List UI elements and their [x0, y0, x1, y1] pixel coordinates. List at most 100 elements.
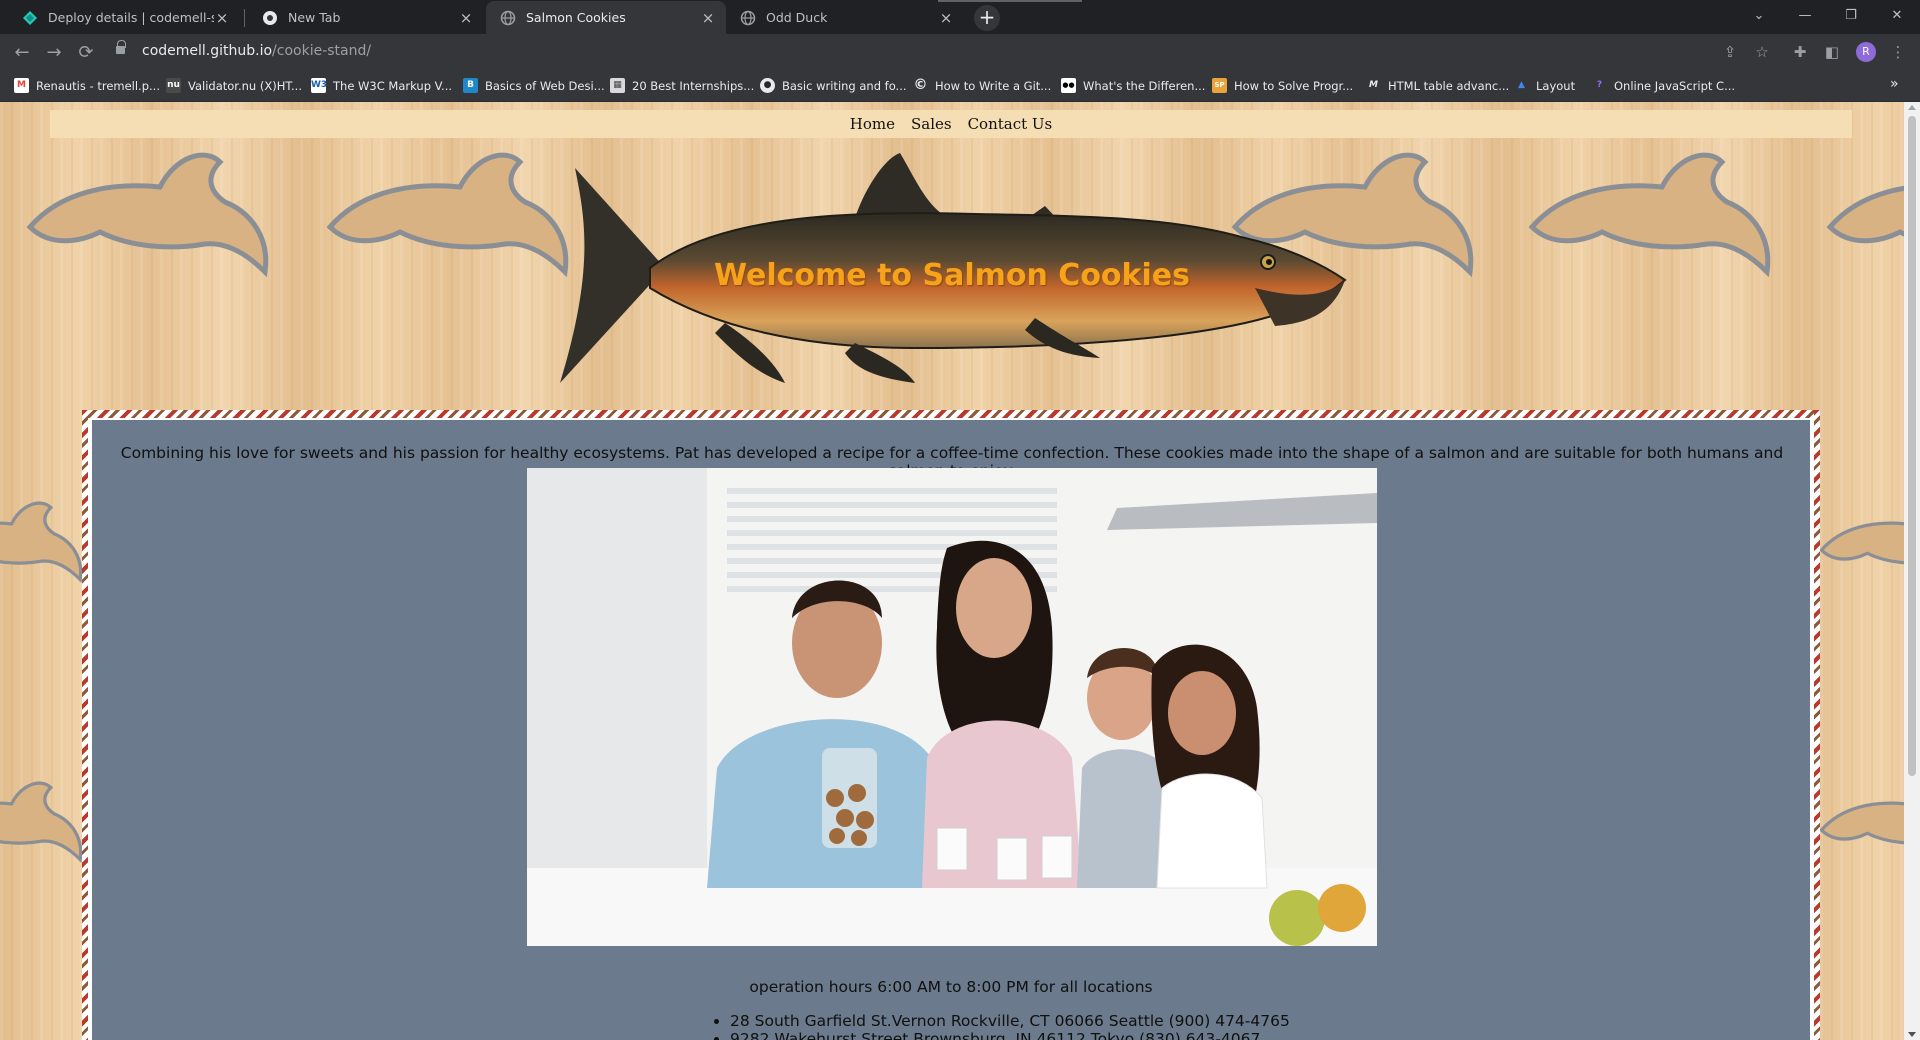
bookmark-item[interactable]: W3 The W3C Markup V...	[311, 78, 452, 93]
w3c-icon: W3	[311, 78, 327, 93]
bookmark-item[interactable]: ▲ Layout	[1514, 78, 1575, 93]
bookmark-label: 20 Best Internships...	[632, 78, 755, 93]
page-scrollbar[interactable]	[1904, 102, 1920, 1040]
family-photo	[527, 468, 1377, 946]
reload-icon[interactable]: ⟳	[74, 40, 98, 64]
tab-strip: Deploy details | codemell-simple × New T…	[0, 0, 1920, 34]
close-icon[interactable]: ×	[458, 9, 474, 27]
bookmark-item[interactable]: nu Validator.nu (X)HT...	[166, 78, 302, 93]
tab-title: New Tab	[288, 10, 341, 25]
mdn-icon: M	[1366, 78, 1381, 93]
github-icon: ●	[760, 78, 775, 93]
tab-deploy-details[interactable]: Deploy details | codemell-simple ×	[8, 1, 240, 34]
browser-toolbar: ← → ⟳ codemell.github.io/cookie-stand/ ⇪…	[0, 34, 1920, 70]
copyright-icon: ©	[913, 77, 928, 93]
url-text: codemell.github.io/cookie-stand/	[142, 43, 371, 59]
bookmark-item[interactable]: ● Basic writing and fo...	[760, 78, 907, 93]
bookmark-item[interactable]: M HTML table advanc...	[1366, 78, 1509, 93]
bookmark-star-icon[interactable]: ☆	[1750, 40, 1774, 64]
list-item: 9282 Wakehurst Street Brownsburg, IN 461…	[730, 1030, 1290, 1040]
bookmark-label: Layout	[1536, 78, 1576, 93]
layout-icon: ▲	[1514, 78, 1529, 93]
nav-sales-link[interactable]: Sales	[911, 115, 952, 133]
bookmark-label: Online JavaScript C...	[1614, 78, 1736, 93]
netlify-icon	[23, 10, 37, 25]
gmail-icon: M	[14, 78, 29, 93]
operation-hours: operation hours 6:00 AM to 8:00 PM for a…	[749, 978, 1153, 996]
side-panel-icon[interactable]: ◧	[1820, 40, 1844, 64]
restore-icon[interactable]: ❐	[1828, 0, 1874, 30]
nav-home-link[interactable]: Home	[850, 115, 895, 133]
site-nav: Home Sales Contact Us	[50, 110, 1852, 138]
address-bar[interactable]: codemell.github.io/cookie-stand/	[106, 38, 1756, 66]
profile-avatar[interactable]: R	[1856, 42, 1876, 62]
bookmark-item[interactable]: © How to Write a Git...	[913, 78, 1051, 93]
bookmark-item[interactable]: ? Online JavaScript C...	[1592, 78, 1735, 93]
scrollbar-thumb[interactable]	[1908, 116, 1916, 776]
page-viewport: Home Sales Contact Us Welcome to Salmon …	[0, 102, 1904, 1040]
globe-icon	[740, 10, 756, 25]
bookmark-item[interactable]: ●● What's the Differen...	[1061, 78, 1205, 93]
bookmarks-bar: M Renautis - tremell.p... nu Validator.nu …	[0, 70, 1920, 102]
tab-indicator	[938, 0, 1082, 2]
fish-cutter-icon	[0, 781, 83, 863]
bookmark-item[interactable]: SP How to Solve Progr...	[1212, 78, 1353, 93]
tab-new-tab[interactable]: New Tab ×	[248, 1, 484, 34]
bookmark-item[interactable]: B Basics of Web Desi...	[463, 78, 605, 93]
sp-icon: SP	[1212, 78, 1227, 93]
js-icon: ?	[1592, 78, 1607, 93]
content-panel: Combining his love for sweets and his pa…	[82, 410, 1820, 1040]
url-host: codemell.github.io	[142, 43, 273, 59]
bookmark-label: The W3C Markup V...	[333, 78, 453, 93]
welcome-heading: Welcome to Salmon Cookies	[714, 258, 1190, 293]
lock-icon	[116, 40, 126, 56]
bookmark-label: Renautis - tremell.p...	[36, 78, 160, 93]
bookmark-label: What's the Differen...	[1083, 78, 1206, 93]
new-tab-button[interactable]: +	[974, 5, 1000, 31]
bookmark-label: Basics of Web Desi...	[485, 78, 605, 93]
tab-title: Odd Duck	[766, 10, 828, 25]
border-stripe	[1814, 410, 1820, 1040]
fish-cutter-icon	[1819, 801, 1904, 845]
border-stripe	[82, 410, 88, 1040]
tab-title: Deploy details | codemell-simple	[48, 10, 214, 25]
bookmark-label: How to Solve Progr...	[1234, 78, 1354, 93]
fish-cutter-icon	[0, 501, 83, 583]
bookmark-label: Basic writing and fo...	[782, 78, 907, 93]
forward-icon[interactable]: →	[42, 40, 66, 64]
close-icon[interactable]: ×	[214, 9, 230, 27]
bookmark-item[interactable]: ▦ 20 Best Internships...	[610, 78, 754, 93]
border-stripe	[82, 410, 1820, 418]
tab-odd-duck[interactable]: Odd Duck ×	[726, 1, 964, 34]
puzzle-icon: B	[463, 78, 478, 93]
chevron-right-icon[interactable]: »	[1890, 76, 1899, 92]
close-icon[interactable]: ×	[938, 9, 954, 27]
chrome-icon	[263, 10, 277, 25]
fish-cutter-icon	[1819, 521, 1904, 565]
family-photo-illustration	[527, 468, 1377, 946]
medium-icon: ●●	[1061, 78, 1076, 93]
tab-search-icon[interactable]: ⌄	[1736, 0, 1782, 30]
nav-contact-link[interactable]: Contact Us	[968, 115, 1053, 133]
scroll-up-icon[interactable]	[1908, 105, 1916, 110]
share-icon[interactable]: ⇪	[1718, 40, 1742, 64]
bookmark-label: Validator.nu (X)HT...	[188, 78, 302, 93]
url-path: /cookie-stand/	[272, 43, 372, 59]
window-close-icon[interactable]: ✕	[1874, 0, 1920, 30]
tab-salmon-cookies[interactable]: Salmon Cookies ×	[486, 1, 726, 34]
bookmark-label: HTML table advanc...	[1388, 78, 1510, 93]
scroll-down-icon[interactable]	[1908, 1032, 1916, 1037]
menu-icon[interactable]: ⋮	[1886, 40, 1910, 64]
minimize-icon[interactable]: —	[1782, 0, 1828, 30]
list-item: 28 South Garfield St.Vernon Rockville, C…	[730, 1012, 1290, 1030]
tab-title: Salmon Cookies	[526, 10, 626, 25]
extensions-icon[interactable]: ✚	[1788, 40, 1812, 64]
back-icon[interactable]: ←	[10, 40, 34, 64]
close-icon[interactable]: ×	[700, 9, 716, 27]
globe-icon	[500, 10, 516, 25]
tab-divider	[244, 9, 245, 27]
bookmark-label: How to Write a Git...	[935, 78, 1052, 93]
bookmark-item[interactable]: M Renautis - tremell.p...	[14, 78, 160, 93]
locations-list: 28 South Garfield St.Vernon Rockville, C…	[712, 1012, 1290, 1040]
grid-icon: ▦	[610, 78, 625, 93]
